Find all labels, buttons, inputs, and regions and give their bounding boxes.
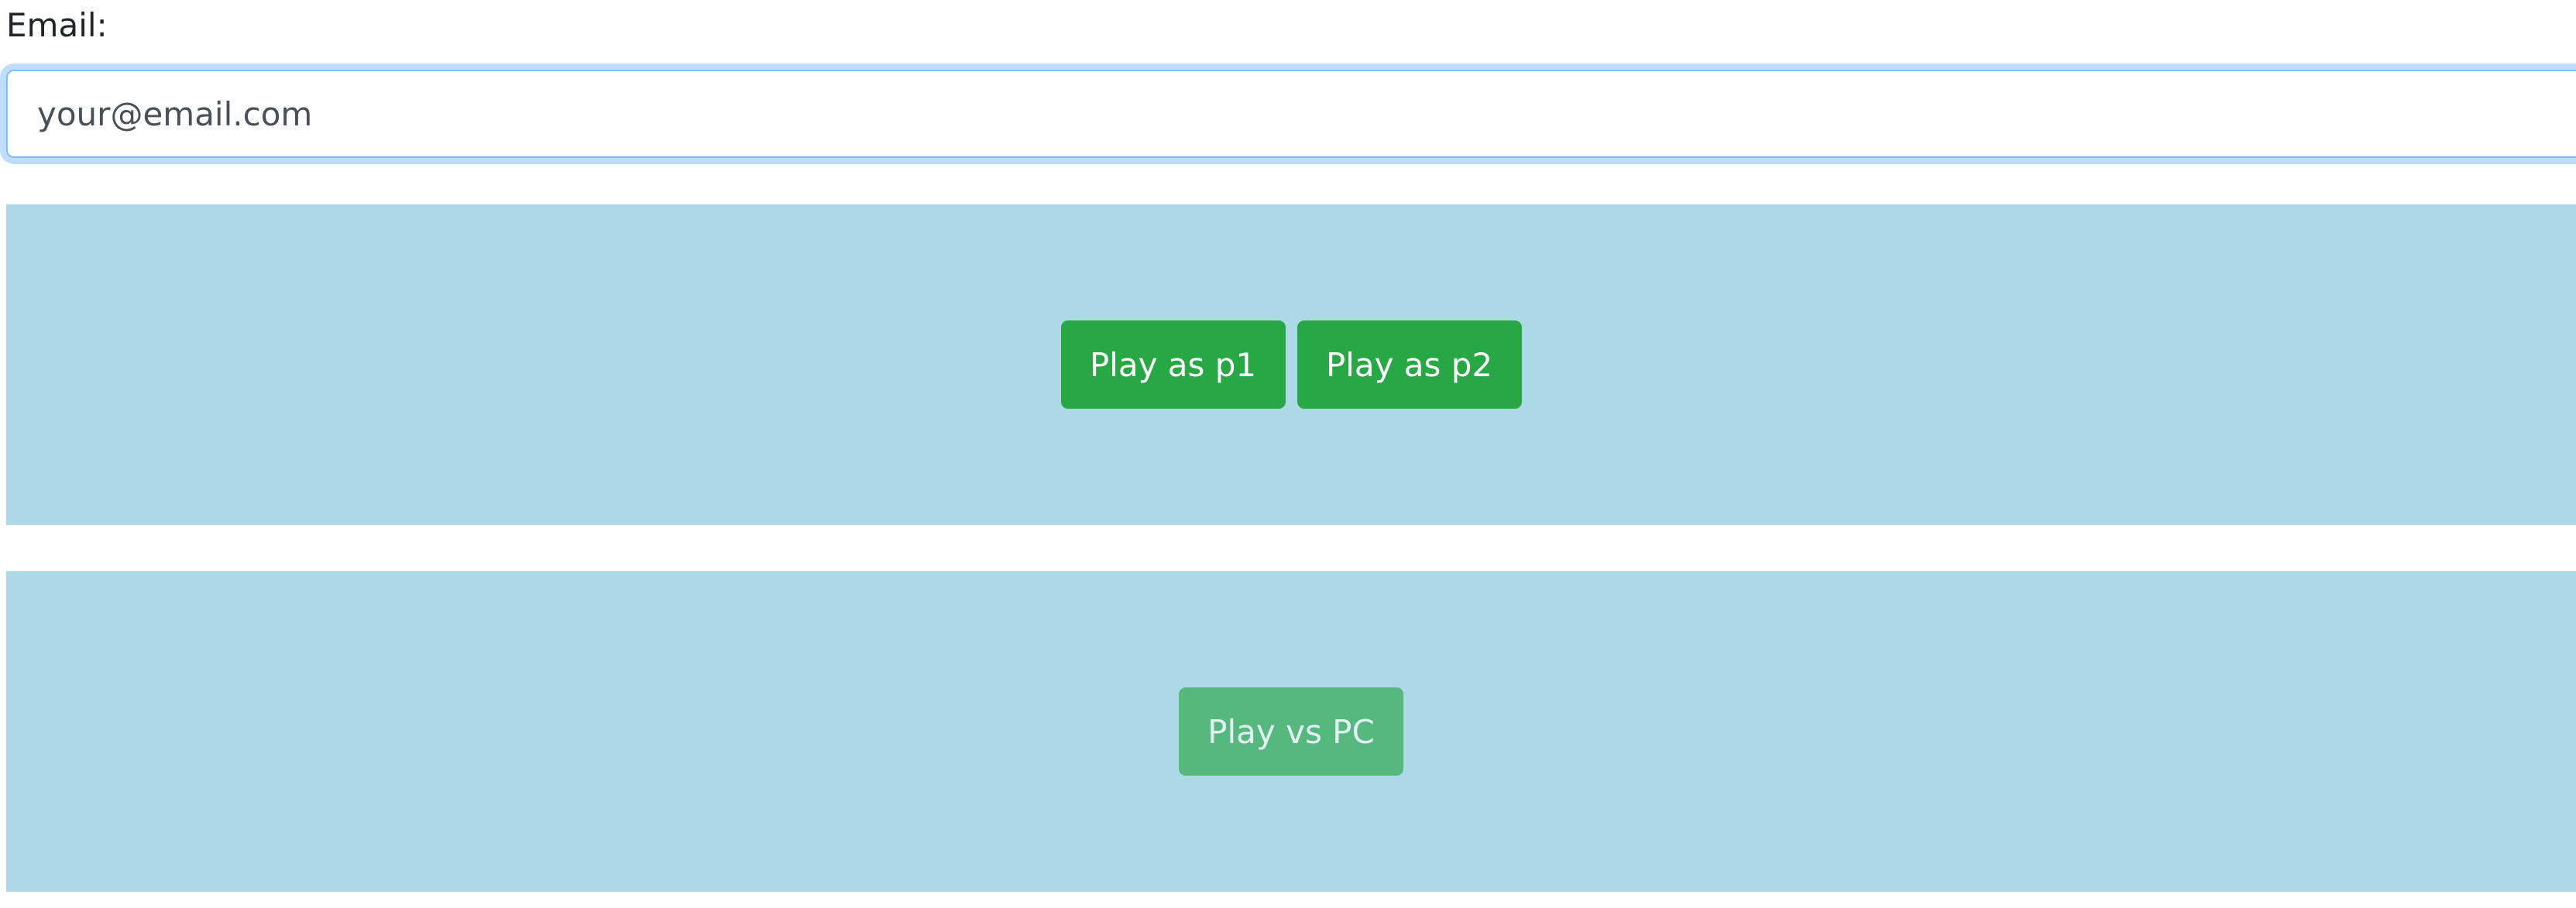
- single-player-panel: Play vs PC: [6, 571, 2576, 892]
- email-label: Email:: [6, 6, 108, 44]
- multiplayer-panel: Play as p1 Play as p2: [6, 204, 2576, 525]
- play-as-p1-button[interactable]: Play as p1: [1060, 320, 1286, 409]
- multiplayer-button-group: Play as p1 Play as p2: [1060, 320, 1522, 409]
- play-as-p2-button[interactable]: Play as p2: [1297, 320, 1522, 409]
- email-input[interactable]: [6, 70, 2576, 158]
- play-vs-pc-button[interactable]: Play vs PC: [1179, 687, 1403, 776]
